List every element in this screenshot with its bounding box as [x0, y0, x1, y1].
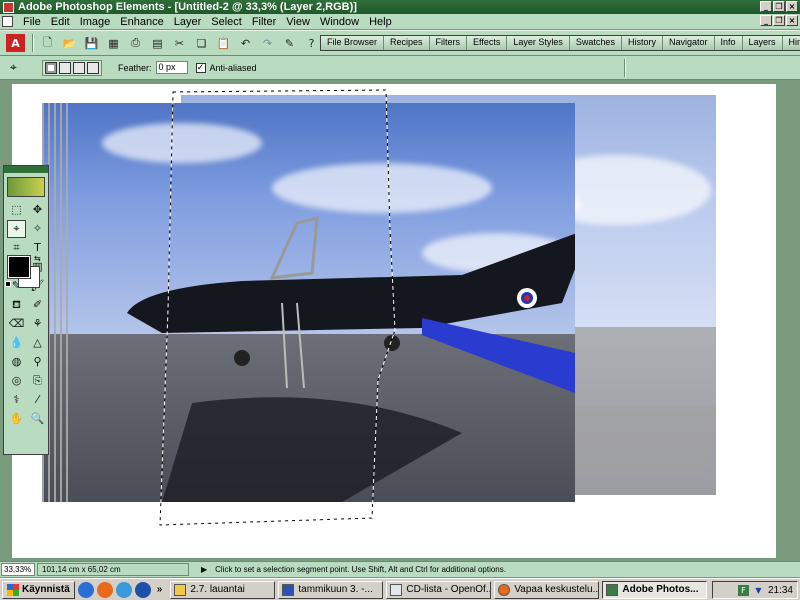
- blur-tool-icon[interactable]: 💧: [7, 334, 26, 352]
- marquee-tool-icon[interactable]: ⬚: [7, 201, 26, 219]
- taskbar-button-photoshop[interactable]: Adobe Photos...: [602, 580, 708, 599]
- start-button[interactable]: Käynnistä: [2, 580, 75, 599]
- tool-hint-text: Click to set a selection segment point. …: [215, 565, 506, 574]
- clock[interactable]: 21:34: [768, 585, 793, 596]
- taskbar-button-label: Vapaa keskustelu...: [514, 584, 600, 595]
- calc-icon: [390, 583, 403, 596]
- taskbar-button-openoffice[interactable]: CD-lista - OpenOf...: [386, 580, 492, 599]
- word-icon: [282, 583, 295, 596]
- windows-taskbar: Käynnistä » 2.7. lauantai tammikuun 3. -…: [0, 578, 800, 600]
- language-icon[interactable]: F: [737, 584, 749, 596]
- start-label: Käynnistä: [22, 584, 70, 595]
- taskbar-button-word[interactable]: tammikuun 3. -...: [278, 580, 384, 599]
- adobe-eye-icon[interactable]: [7, 177, 45, 197]
- status-bar: 33,33% 101,14 cm x 65,02 cm ▶ Click to s…: [0, 561, 800, 577]
- clone-stamp-icon[interactable]: ⎘: [28, 372, 47, 390]
- eyedropper-tool-icon[interactable]: ⁄: [28, 391, 47, 409]
- taskbar-button-label: 2.7. lauantai: [190, 584, 245, 595]
- quicklaunch-chevron[interactable]: »: [157, 584, 163, 595]
- sponge-tool-icon[interactable]: ◍: [7, 353, 26, 371]
- windows-logo-icon: [7, 583, 19, 596]
- red-eye-tool-icon[interactable]: ◎: [7, 372, 26, 390]
- taskbar-button-firefox[interactable]: Vapaa keskustelu...: [494, 580, 600, 599]
- photoshop-icon: [606, 583, 619, 596]
- network-icon[interactable]: ▼: [753, 585, 764, 596]
- toolbox: ⬚ ✥ ⌖ ✧ ⌗ T ▭ ▥ ✎ 🖌 ⛾ ✐ ⌫ ⚘ 💧 △ ◍ ⚲ ◎ ⎘ …: [3, 165, 49, 455]
- status-menu-arrow-icon[interactable]: ▶: [201, 565, 207, 574]
- firefox-quicklaunch-icon[interactable]: [96, 581, 113, 598]
- healing-tool-icon[interactable]: ⚕: [7, 391, 26, 409]
- eraser-tool-icon[interactable]: ⌫: [7, 315, 26, 333]
- system-tray: F ▼ 21:34: [712, 581, 798, 599]
- document-size-readout[interactable]: 101,14 cm x 65,02 cm: [37, 563, 189, 576]
- taskbar-button-label: tammikuun 3. -...: [298, 584, 373, 595]
- lasso-tool-icon[interactable]: ⌖: [7, 220, 26, 238]
- taskbar-button-label: Adobe Photos...: [622, 584, 699, 595]
- taskbar-button-label: CD-lista - OpenOf...: [406, 584, 492, 595]
- dodge-tool-icon[interactable]: ⚲: [28, 353, 47, 371]
- swap-colors-icon[interactable]: ⇆: [34, 254, 41, 263]
- tool-grid: ⬚ ✥ ⌖ ✧ ⌗ T ▭ ▥ ✎ 🖌 ⛾ ✐ ⌫ ⚘ 💧 △ ◍ ⚲ ◎ ⎘ …: [4, 201, 48, 428]
- foreground-color-swatch[interactable]: [7, 255, 31, 279]
- toolbox-header[interactable]: [4, 166, 48, 173]
- paint-bucket-tool-icon[interactable]: ⛾: [7, 296, 26, 314]
- folder-icon: [174, 583, 187, 596]
- sharpen-tool-icon[interactable]: △: [28, 334, 47, 352]
- hand-tool-icon[interactable]: ✋: [7, 410, 26, 428]
- ie-quicklaunch-icon[interactable]: [77, 581, 94, 598]
- itunes-quicklaunch-icon[interactable]: [115, 581, 132, 598]
- lasso-selection-outline: [159, 89, 396, 526]
- magic-wand-tool-icon[interactable]: ✧: [28, 220, 47, 238]
- pattern-stamp-icon[interactable]: ⚘: [28, 315, 47, 333]
- move-tool-icon[interactable]: ✥: [28, 201, 47, 219]
- default-colors-icon[interactable]: [5, 281, 11, 287]
- zoom-tool-icon[interactable]: 🔍: [28, 410, 47, 428]
- zoom-level-field[interactable]: 33,33%: [1, 563, 35, 576]
- taskbar-button-folder[interactable]: 2.7. lauantai: [170, 580, 276, 599]
- impressionist-brush-icon[interactable]: ✐: [28, 296, 47, 314]
- media-player-quicklaunch-icon[interactable]: [134, 581, 151, 598]
- crop-tool-icon[interactable]: ⌗: [7, 239, 26, 257]
- firefox-icon: [498, 583, 511, 596]
